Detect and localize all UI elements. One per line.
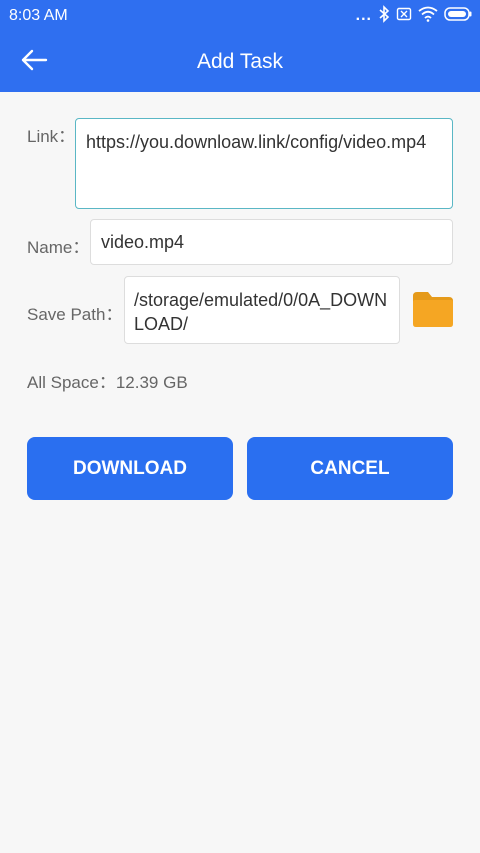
page-title: Add Task <box>197 50 283 73</box>
wifi-icon <box>418 6 438 27</box>
app-bar: Add Task <box>0 32 480 92</box>
folder-icon <box>411 292 455 334</box>
battery-icon <box>444 6 472 26</box>
download-button[interactable]: DOWNLOAD <box>27 437 233 500</box>
all-space-info: All Space：12.39 GB <box>27 368 188 393</box>
save-path-input[interactable]: /storage/emulated/0/0A_DOWNLOAD/ <box>124 276 400 344</box>
name-label: Name： <box>27 238 90 257</box>
sim-off-icon <box>396 6 412 27</box>
all-space-value: 12.39 GB <box>115 373 188 392</box>
save-path-label: Save Path： <box>27 305 123 324</box>
cancel-button[interactable]: CANCEL <box>247 437 453 500</box>
link-input[interactable]: https://you.downloaw.link/config/video.m… <box>75 118 453 209</box>
name-input[interactable]: video.mp4 <box>90 219 453 265</box>
all-space-label: All Space： <box>27 373 116 392</box>
link-label: Link： <box>27 127 76 146</box>
status-time: 8:03 AM <box>9 7 68 24</box>
status-icons: ... <box>355 4 472 28</box>
status-bar: 8:03 AM ... <box>0 0 480 32</box>
more-dots-icon: ... <box>355 7 372 24</box>
choose-folder-button[interactable] <box>411 288 455 330</box>
bluetooth-icon <box>378 4 390 28</box>
